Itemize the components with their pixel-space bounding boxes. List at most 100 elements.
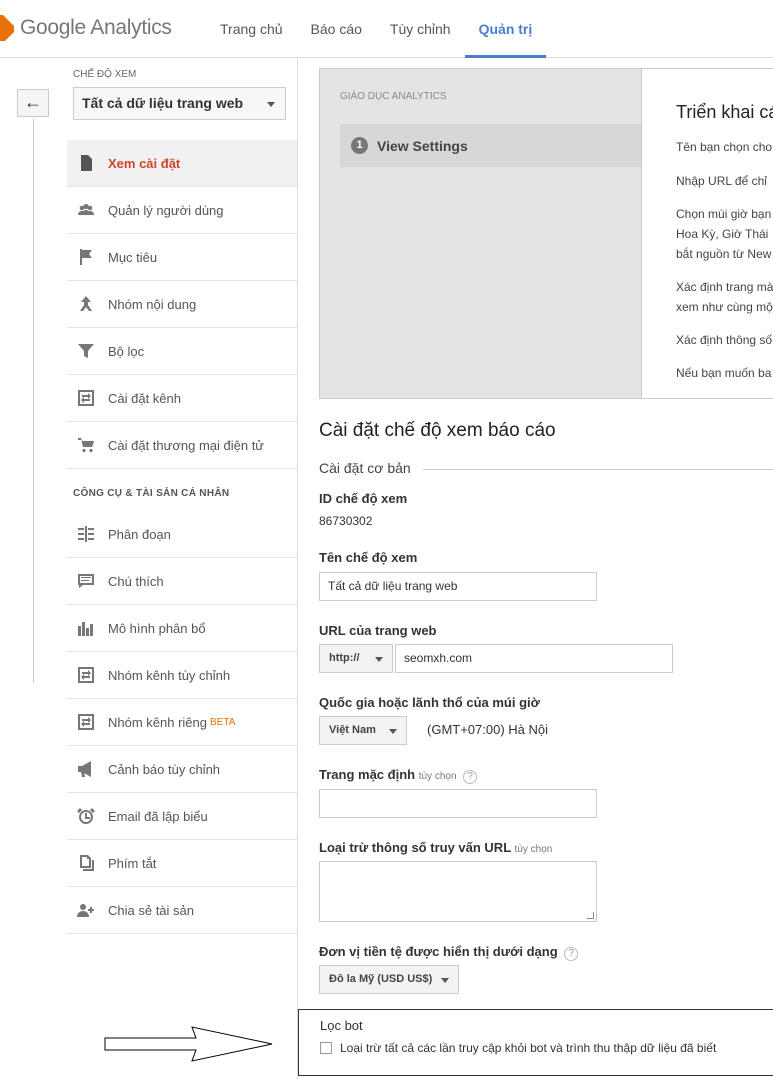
analytics-education-panel: GIÁO DỤC ANALYTICS 1 View Settings Triển… — [319, 68, 773, 399]
exclude-params-textarea[interactable] — [319, 861, 597, 922]
view-label: CHẾ ĐỘ XEM — [73, 69, 137, 80]
sidebar-item-scheduled-emails[interactable]: Email đã lập biểu — [67, 793, 297, 840]
google-analytics-logo[interactable]: Google Analytics — [0, 13, 172, 43]
sidebar-item-label: Mục tiêu — [108, 249, 158, 265]
cart-icon — [76, 435, 96, 455]
resize-handle[interactable] — [587, 912, 594, 919]
sidebar-item-content-grouping[interactable]: Nhóm nội dung — [67, 281, 297, 328]
main-panel: GIÁO DỤC ANALYTICS 1 View Settings Triển… — [297, 58, 773, 1079]
wizard-text: Xác định trang mà — [676, 280, 773, 294]
personal-tools-heading: CÔNG CỤ & TÀI SẢN CÁ NHÂN — [73, 488, 230, 499]
chevron-down-icon — [389, 729, 397, 734]
admin-sidebar: Xem cài đặt Quản lý người dùng Mục tiêu … — [67, 140, 297, 934]
wizard-content: Triển khai cá Tên bạn chọn cho Nhập URL … — [641, 69, 773, 398]
currency-dropdown[interactable]: Đô la Mỹ (USD US$) — [319, 965, 459, 994]
brand-name: Google Analytics — [20, 16, 172, 39]
timezone-value: (GMT+07:00) Hà Nội — [427, 722, 549, 737]
sidebar-item-filters[interactable]: Bộ lọc — [67, 328, 297, 375]
sidebar-item-label: Xem cài đặt — [108, 155, 181, 171]
wizard-text: Hoa Kỳ, Giờ Thái — [676, 227, 769, 241]
nav-home[interactable]: Trang chủ — [206, 0, 297, 58]
filter-icon — [76, 341, 96, 361]
help-icon[interactable]: ? — [463, 770, 478, 784]
nav-reports[interactable]: Báo cáo — [297, 0, 376, 58]
view-select[interactable]: Tất cả dữ liệu trang web — [73, 87, 286, 120]
sidebar-item-label: Mô hình phân bổ — [108, 620, 206, 636]
sidebar-item-label: Chú thích — [108, 573, 164, 589]
optional-label: tùy chọn — [418, 771, 457, 782]
sidebar-item-label: Phím tắt — [108, 855, 157, 871]
wizard-text: Xác định thông số — [676, 333, 773, 347]
default-page-label-text: Trang mặc định — [319, 767, 416, 782]
basic-settings-heading: Cài đặt cơ bản — [319, 460, 411, 476]
help-icon[interactable]: ? — [564, 947, 579, 961]
bot-filtering-checkbox[interactable] — [320, 1042, 332, 1054]
alarm-clock-icon — [76, 806, 96, 826]
nav-customization[interactable]: Tùy chỉnh — [376, 0, 465, 58]
view-name-label: Tên chế độ xem — [319, 550, 418, 565]
users-icon — [76, 200, 96, 220]
add-user-icon — [76, 900, 96, 920]
sidebar-item-label: Nhóm kênh tùy chỉnh — [108, 667, 231, 683]
content-grouping-icon — [76, 294, 96, 314]
sidebar-item-label: Nhóm nội dung — [108, 296, 197, 312]
protocol-dropdown[interactable]: http:// — [319, 644, 393, 673]
currency-value: Đô la Mỹ (USD US$) — [329, 973, 433, 985]
sidebar-item-user-management[interactable]: Quản lý người dùng — [67, 187, 297, 234]
sidebar-item-label: Chia sẻ tài sản — [108, 902, 194, 918]
wizard-text: Chọn múi giờ bạn — [676, 207, 772, 221]
segments-icon — [76, 524, 96, 544]
wizard-title: Triển khai cá — [676, 102, 773, 122]
annotation-icon — [76, 571, 96, 591]
document-icon — [76, 153, 96, 173]
protocol-value: http:// — [329, 652, 360, 664]
default-page-label: Trang mặc định tùy chọn ? — [319, 767, 478, 784]
wizard-text: Nhập URL để chỉ — [676, 174, 767, 188]
wizard-steps: GIÁO DỤC ANALYTICS 1 View Settings — [320, 69, 641, 398]
chevron-down-icon — [441, 978, 449, 983]
bot-filtering-section: Lọc bot Loại trừ tất cả các lần truy cập… — [298, 1009, 773, 1076]
view-id-value: 86730302 — [319, 514, 373, 528]
sidebar-item-private-channel-groupings[interactable]: Nhóm kênh riêng BETA — [67, 699, 297, 746]
sidebar-item-custom-alerts[interactable]: Cảnh báo tùy chỉnh — [67, 746, 297, 793]
step-number: 1 — [351, 137, 368, 154]
sidebar-item-annotations[interactable]: Chú thích — [67, 558, 297, 605]
sidebar-item-share-assets[interactable]: Chia sẻ tài sản — [67, 887, 297, 934]
currency-label: Đơn vị tiền tệ được hiển thị dưới dạng ? — [319, 944, 579, 961]
website-url-label: URL của trang web — [319, 623, 437, 638]
default-page-input[interactable] — [319, 789, 597, 818]
annotation-arrow-icon — [104, 1026, 273, 1062]
sidebar-item-attribution-models[interactable]: Mô hình phân bổ — [67, 605, 297, 652]
bot-filtering-title: Lọc bot — [320, 1018, 363, 1033]
sidebar-item-label: Email đã lập biểu — [108, 808, 208, 824]
sidebar-item-view-settings[interactable]: Xem cài đặt — [67, 140, 297, 187]
page-title: Cài đặt chế độ xem báo cáo — [319, 420, 556, 441]
optional-label: tùy chọn — [514, 844, 553, 855]
bot-filtering-option[interactable]: Loại trừ tất cả các lần truy cập khỏi bo… — [320, 1041, 716, 1055]
view-name-input[interactable]: Tất cả dữ liệu trang web — [319, 572, 597, 601]
sidebar-item-label: Cảnh báo tùy chỉnh — [108, 761, 221, 777]
beta-badge: BETA — [210, 716, 236, 728]
chevron-down-icon — [267, 102, 275, 107]
back-button[interactable]: ← — [17, 89, 49, 117]
nav-admin[interactable]: Quản trị — [464, 0, 547, 58]
sidebar-item-shortcuts[interactable]: Phím tắt — [67, 840, 297, 887]
wizard-step-view-settings[interactable]: 1 View Settings — [340, 124, 641, 167]
sidebar-item-goals[interactable]: Mục tiêu — [67, 234, 297, 281]
sidebar-item-ecommerce-settings[interactable]: Cài đặt thương mại điện tử — [67, 422, 297, 469]
divider — [33, 118, 34, 683]
main-nav: Trang chủ Báo cáo Tùy chỉnh Quản trị — [206, 0, 547, 58]
sidebar-item-label: Cài đặt kênh — [108, 390, 181, 406]
sidebar-item-segments[interactable]: Phân đoạn — [67, 511, 297, 558]
view-id-label: ID chế độ xem — [319, 491, 408, 506]
website-url-input[interactable]: seomxh.com — [395, 644, 673, 673]
sidebar-item-custom-channel-groupings[interactable]: Nhóm kênh tùy chỉnh — [67, 652, 297, 699]
sidebar-item-label: Cài đặt thương mại điện tử — [108, 437, 265, 453]
back-arrow-icon: ← — [24, 92, 42, 112]
divider — [423, 469, 773, 470]
timezone-country-dropdown[interactable]: Việt Nam — [319, 716, 407, 745]
wizard-text: xem như cùng mộ — [676, 300, 773, 314]
sidebar-item-channel-settings[interactable]: Cài đặt kênh — [67, 375, 297, 422]
megaphone-icon — [76, 759, 96, 779]
sidebar-item-label: Bộ lọc — [108, 343, 145, 359]
